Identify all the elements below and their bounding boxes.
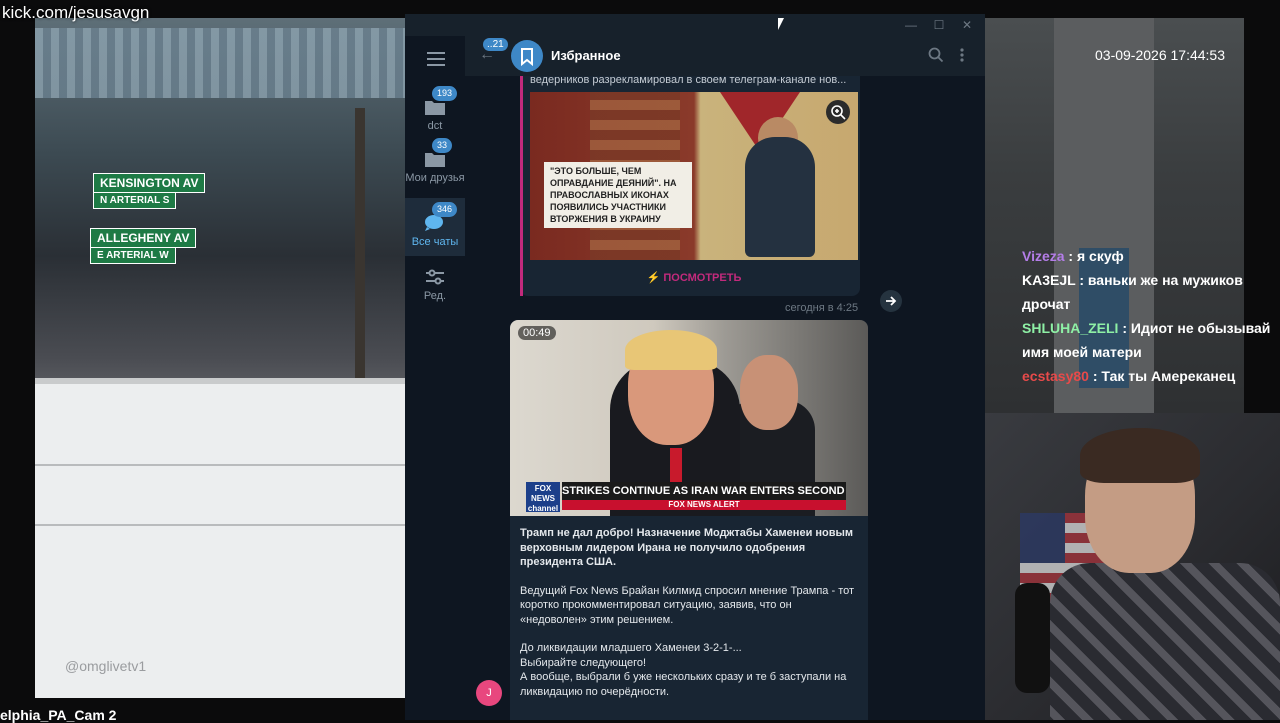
zoom-icon[interactable]	[826, 100, 850, 124]
minimize-icon[interactable]: —	[901, 17, 921, 33]
chat-username: Vizeza	[1022, 248, 1065, 264]
folder-label: Все чаты	[411, 236, 459, 248]
post-paragraph: Трамп не дал добро! Назначение Моджтабы …	[520, 527, 854, 568]
view-button[interactable]: ⚡ ПОСМОТРЕТЬ	[530, 266, 858, 290]
chat-header: ← ..21 Избранное	[465, 36, 985, 76]
folder-badge: 33	[432, 138, 453, 153]
folder-friends[interactable]: 33 Мои друзья	[405, 138, 465, 184]
folder-badge: 346	[432, 202, 458, 217]
forward-icon[interactable]	[880, 290, 902, 312]
watermark: @omglivetv1	[65, 658, 147, 674]
search-icon[interactable]	[928, 47, 944, 63]
street-sign-n-arterial: N ARTERIAL S	[93, 192, 177, 209]
stream-chat: Vizeza : я скуф KA3EJL : ваньки же на муж…	[1018, 244, 1280, 388]
video-player[interactable]: 00:49 FOX NEWS channel STRIKES CONTINUE …	[510, 320, 868, 516]
street-camera-feed: KENSINGTON AV N ARTERIAL S ALLEGHENY AV …	[35, 18, 405, 698]
chat-message: ecstasy80 : Так ты Амереканец	[1018, 364, 1280, 388]
folder-sidebar: 193 dct 33 Мои друзья 346 Все чаты Ред.	[405, 36, 465, 720]
hamburger-menu-icon[interactable]	[425, 48, 447, 70]
bookmark-icon	[521, 48, 533, 67]
post-lead-text: ведерников разрекламировал в своем телег…	[530, 74, 847, 86]
microphone	[1015, 583, 1050, 693]
news-alert: FOX NEWS ALERT	[562, 500, 846, 510]
sliders-icon	[426, 269, 444, 285]
chat-username: SHLUHA_ZELI	[1022, 320, 1119, 336]
channel-post: ведерников разрекламировал в своем телег…	[520, 74, 860, 296]
chat-text: : я скуф	[1064, 248, 1124, 264]
folder-label: Мои друзья	[405, 172, 465, 184]
image-caption: "Это больше, чем оправдание деяний". На …	[544, 162, 692, 228]
post-text: Трамп не дал добро! Назначение Моджтабы …	[520, 526, 860, 713]
street-sign-allegheny: ALLEGHENY AV	[90, 228, 197, 248]
chat-message: Vizeza : я скуф	[1018, 244, 1280, 268]
post-image[interactable]: "Это больше, чем оправдание деяний". На …	[530, 92, 858, 260]
video-post: 00:49 FOX NEWS channel STRIKES CONTINUE …	[510, 320, 868, 720]
chat-text: : Так ты Амереканец	[1088, 368, 1236, 384]
news-lower-third: FOX NEWS channel STRIKES CONTINUE AS IRA…	[526, 482, 850, 513]
news-chyron: STRIKES CONTINUE AS IRAN WAR ENTERS SECO…	[562, 482, 846, 500]
sender-avatar[interactable]: J	[476, 680, 502, 706]
mouse-cursor	[778, 18, 784, 30]
chat-username: KA3EJL	[1022, 272, 1076, 288]
camera-timestamp: 03-09-2026 17:44:53	[1095, 47, 1225, 63]
back-unread-badge: ..21	[483, 38, 508, 51]
pillar	[355, 108, 365, 388]
streamer-hair	[1080, 428, 1200, 483]
post-paragraph: Ведущий Fox News Брайан Килмид спросил м…	[520, 584, 855, 626]
folder-label: Ред.	[423, 290, 447, 302]
chat-message: SHLUHA_ZELI : Идиот не обызывай имя моей…	[1018, 316, 1280, 364]
maximize-icon[interactable]: ☐	[929, 17, 949, 33]
streamer-webcam	[940, 413, 1280, 720]
folder-label: dct	[427, 120, 443, 132]
truck-trailer	[35, 378, 405, 698]
post-paragraph: До ликвидации младшего Хаменеи 3-2-1-...…	[520, 642, 847, 698]
stream-url: kick.com/jesusavgn	[2, 3, 150, 22]
chat-title[interactable]: Избранное	[551, 48, 621, 63]
folder-edit[interactable]: Ред.	[405, 268, 465, 302]
overpass-beam	[35, 28, 405, 98]
folder-dct[interactable]: 193 dct	[405, 86, 465, 132]
window-titlebar[interactable]: — ☐ ✕	[405, 14, 985, 36]
chat-username: ecstasy80	[1022, 368, 1089, 384]
fox-news-logo: FOX NEWS channel	[526, 482, 560, 513]
more-vert-icon[interactable]	[959, 47, 965, 63]
streamer-body	[1050, 563, 1280, 720]
close-icon[interactable]: ✕	[957, 17, 977, 33]
folder-all-chats[interactable]: 346 Все чаты	[405, 198, 465, 256]
message-feed[interactable]: ведерников разрекламировал в своем телег…	[465, 74, 985, 720]
street-sign-e-arterial: E ARTERIAL W	[90, 247, 176, 264]
chat-message: KA3EJL : ваньки же на мужиков дрочат	[1018, 268, 1280, 316]
message-time: сегодня в 4:25	[785, 302, 859, 314]
saved-messages-avatar[interactable]	[511, 40, 543, 72]
telegram-window: — ☐ ✕ 193 dct 33 Мои друзья 346 Все чаты…	[405, 14, 985, 720]
video-duration: 00:49	[518, 326, 556, 340]
folder-badge: 193	[432, 86, 458, 101]
camera-label: elphia_PA_Cam 2	[0, 707, 117, 723]
street-sign-kensington: KENSINGTON AV	[93, 173, 206, 193]
link-preview-bar	[520, 76, 523, 296]
